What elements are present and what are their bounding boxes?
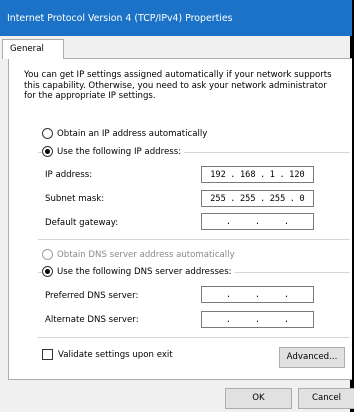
cancel-button[interactable]: Cancel	[298, 388, 354, 409]
checkbox-indicator	[42, 349, 53, 360]
use-following-dns-radio[interactable]: Use the following DNS server addresses:	[42, 265, 235, 278]
radio-indicator	[42, 146, 53, 157]
use-following-dns-label: Use the following DNS server addresses:	[57, 266, 232, 277]
octet: 168	[240, 169, 256, 180]
preferred-dns-label: Preferred DNS server:	[45, 291, 139, 301]
octet-separator: .	[254, 216, 261, 227]
radio-indicator	[42, 249, 53, 260]
obtain-dns-auto-label: Obtain DNS server address automatically	[57, 249, 235, 260]
tab-general[interactable]: General	[2, 39, 64, 59]
preferred-dns-input[interactable]: . . .	[201, 286, 314, 303]
octet: 1	[269, 169, 275, 180]
intro-line: for the appropriate IP settings.	[24, 91, 156, 102]
alternate-dns-input[interactable]: . . .	[201, 311, 314, 328]
validate-settings-label: Validate settings upon exit	[58, 349, 173, 360]
intro-line: this capability. Otherwise, you need to …	[24, 80, 327, 91]
obtain-ip-auto-label: Obtain an IP address automatically	[57, 128, 208, 139]
subnet-mask-label: Subnet mask:	[45, 194, 105, 204]
obtain-ip-auto-radio[interactable]: Obtain an IP address automatically	[42, 127, 207, 140]
octet-separator: .	[225, 314, 232, 325]
octet: 120	[289, 169, 305, 180]
octet-separator: .	[230, 169, 236, 180]
ip-address-label: IP address:	[45, 170, 93, 180]
octet-separator: .	[260, 193, 266, 204]
tab-general-label: General	[10, 44, 44, 54]
window-title: Internet Protocol Version 4 (TCP/IPv4) P…	[7, 13, 233, 24]
octet-separator: .	[283, 216, 290, 227]
use-following-ip-radio[interactable]: Use the following IP address:	[42, 145, 185, 158]
octet: 192	[210, 169, 226, 180]
default-gateway-input[interactable]: . . .	[201, 213, 314, 230]
obtain-dns-auto-radio[interactable]: Obtain DNS server address automatically	[42, 248, 235, 261]
octet: 0	[299, 193, 305, 204]
default-gateway-label: Default gateway:	[45, 218, 119, 228]
octet-separator: .	[283, 314, 290, 325]
ok-button-label: OK	[252, 393, 265, 403]
octet-separator: .	[283, 289, 290, 300]
alternate-dns-label: Alternate DNS server:	[45, 315, 139, 325]
octet-separator: .	[254, 289, 261, 300]
validate-settings-checkbox[interactable]: Validate settings upon exit	[42, 349, 173, 360]
title-bar[interactable]: Internet Protocol Version 4 (TCP/IPv4) P…	[0, 0, 352, 36]
octet-separator: .	[225, 289, 232, 300]
octet-separator: .	[230, 193, 236, 204]
subnet-mask-input[interactable]: 255 . 255 . 255 . 0	[201, 190, 314, 207]
octet-separator: .	[289, 193, 295, 204]
advanced-button-label: Advanced...	[286, 352, 338, 362]
octet: 255	[240, 193, 256, 204]
dns-group-box	[38, 272, 350, 338]
ok-button[interactable]: OK	[225, 388, 292, 409]
advanced-button[interactable]: Advanced...	[279, 347, 345, 368]
octet: 255	[269, 193, 286, 204]
octet-separator: .	[279, 169, 285, 180]
use-following-ip-label: Use the following IP address:	[57, 146, 182, 157]
radio-indicator	[42, 128, 53, 139]
octet-separator: .	[260, 169, 266, 180]
intro-text: You can get IP settings assigned automat…	[24, 70, 346, 102]
octet: 255	[210, 193, 226, 204]
radio-indicator	[42, 266, 53, 277]
tab-strip: General	[0, 36, 352, 59]
intro-line: You can get IP settings assigned automat…	[24, 70, 332, 80]
properties-dialog: Internet Protocol Version 4 (TCP/IPv4) P…	[0, 0, 354, 412]
ip-address-input[interactable]: 192 . 168 . 1 . 120	[201, 166, 314, 183]
cancel-button-label: Cancel	[311, 393, 342, 403]
octet-separator: .	[225, 216, 232, 227]
octet-separator: .	[254, 314, 261, 325]
